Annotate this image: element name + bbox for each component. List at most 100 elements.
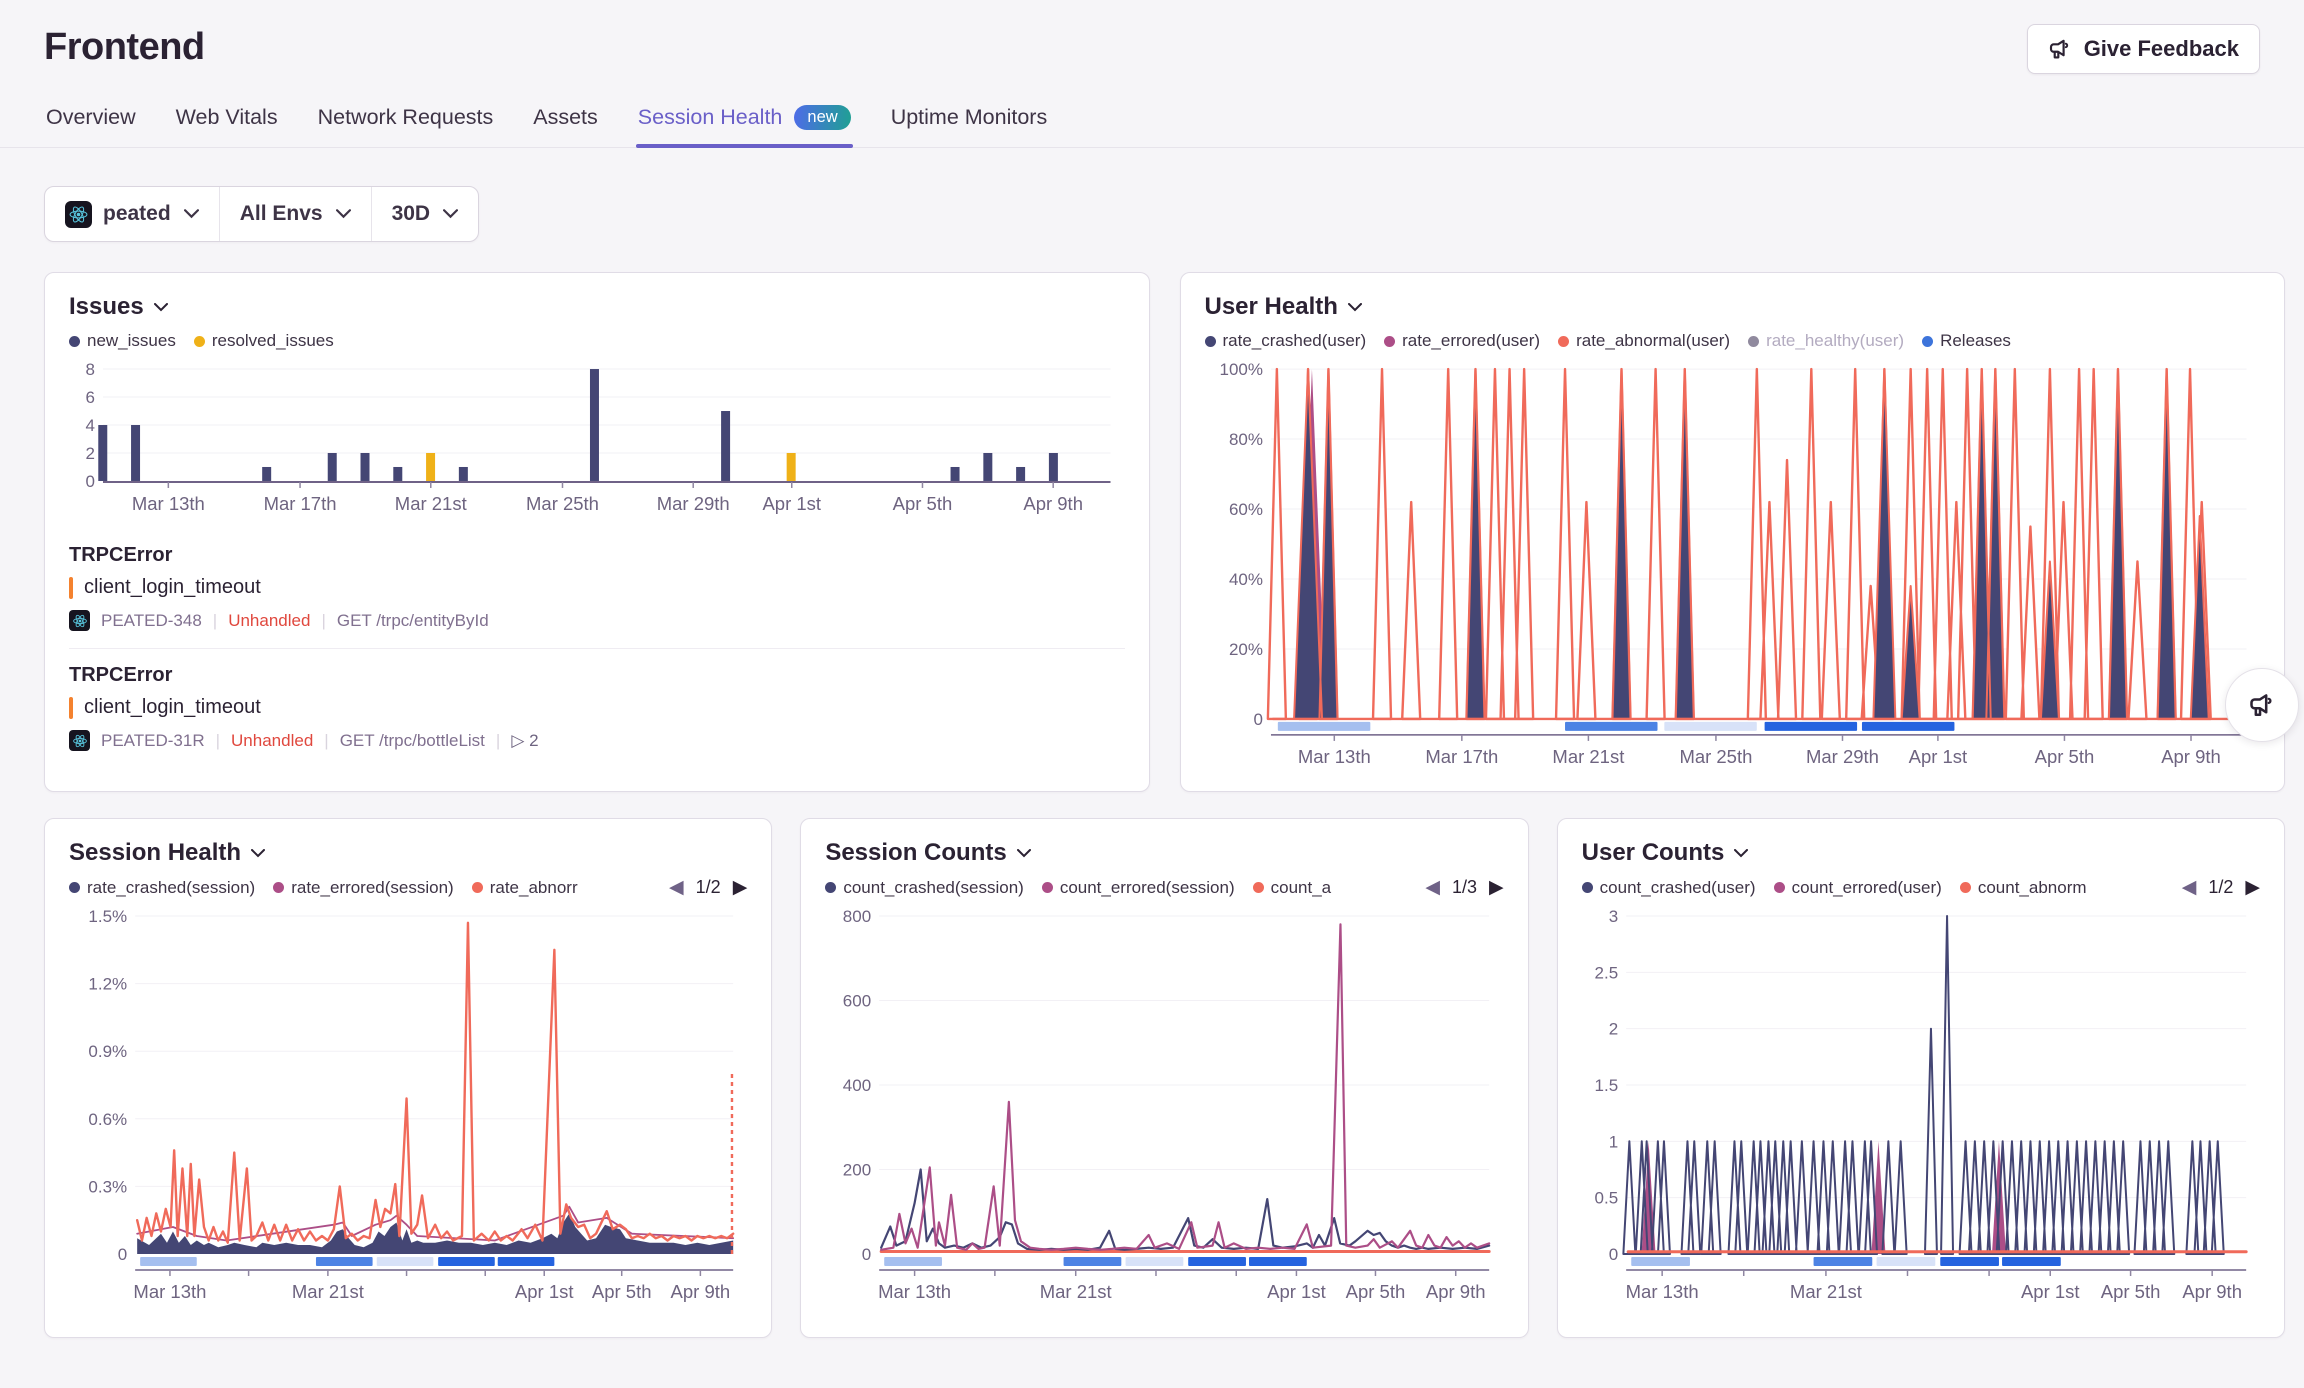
issue-unhandled-tag: Unhandled <box>228 611 310 631</box>
megaphone-icon <box>2048 37 2072 61</box>
user-health-legend: rate_crashed(user) rate_errored(user) rate… <box>1205 331 2261 351</box>
legend-label: count_abnorm <box>1978 878 2087 898</box>
environment-filter-value: All Envs <box>240 202 323 226</box>
user-counts-panel: User Counts count_crashed(user) count_err… <box>1557 818 2285 1338</box>
legend-next-button[interactable]: ▶ <box>1489 878 1504 897</box>
svg-text:100%: 100% <box>1219 360 1262 379</box>
floating-feedback-button[interactable] <box>2225 668 2299 742</box>
svg-text:Mar 25th: Mar 25th <box>526 493 599 514</box>
give-feedback-button[interactable]: Give Feedback <box>2027 24 2260 74</box>
issue-type-link[interactable]: TRPCError <box>69 544 1125 567</box>
legend-item-count-abnorm[interactable]: count_abnorm <box>1960 878 2087 898</box>
svg-text:Apr 5th: Apr 5th <box>893 493 953 514</box>
issue-message[interactable]: client_login_timeout <box>84 576 261 599</box>
svg-text:4: 4 <box>86 416 95 435</box>
environment-filter[interactable]: All Envs <box>219 187 371 241</box>
session-health-panel: Session Health rate_crashed(session) rate… <box>44 818 772 1338</box>
session-counts-chart[interactable]: 8006004002000Mar 13thMar 21stApr 1stApr … <box>825 906 1503 1308</box>
legend-dot <box>1384 336 1395 347</box>
legend-item-rate-crashed-user-[interactable]: rate_crashed(user) <box>1205 331 1367 351</box>
legend-item-count-a[interactable]: count_a <box>1253 878 1332 898</box>
svg-text:20%: 20% <box>1228 640 1262 659</box>
legend-item-releases[interactable]: Releases <box>1922 331 2011 351</box>
tab-network-requests[interactable]: Network Requests <box>316 99 496 147</box>
tab-web-vitals[interactable]: Web Vitals <box>174 99 280 147</box>
date-range-filter[interactable]: 30D <box>371 187 479 241</box>
issue-message[interactable]: client_login_timeout <box>84 696 261 719</box>
legend-item-rate-crashed-session-[interactable]: rate_crashed(session) <box>69 878 255 898</box>
top-panels-row: Issues new_issuesresolved_issues 86420Ma… <box>44 272 2285 792</box>
tab-label: Web Vitals <box>176 105 278 130</box>
svg-text:2: 2 <box>86 444 95 463</box>
panel-title: Session Counts <box>825 839 1006 867</box>
user-counts-chart[interactable]: 32.521.510.50Mar 13thMar 21stApr 1stApr … <box>1582 906 2260 1308</box>
tab-session-health[interactable]: Session Healthnew <box>636 99 853 147</box>
svg-text:Mar 21st: Mar 21st <box>1552 746 1624 767</box>
panel-title: Issues <box>69 293 144 321</box>
tab-label: Assets <box>533 105 598 130</box>
issue-meta-row: PEATED-31R|Unhandled|GET /trpc/bottleLis… <box>69 730 1125 751</box>
svg-text:200: 200 <box>843 1161 871 1180</box>
issue-type-link[interactable]: TRPCError <box>69 664 1125 687</box>
chevron-down-icon <box>251 849 265 858</box>
legend-dot <box>1922 336 1933 347</box>
legend-dot <box>1205 336 1216 347</box>
session-health-panel-title-dropdown[interactable]: Session Health <box>69 839 747 867</box>
issue-item: TRPCErrorclient_login_timeoutPEATED-348|… <box>69 529 1125 648</box>
issues-chart[interactable]: 86420Mar 13thMar 17thMar 21stMar 25thMar… <box>69 359 1125 521</box>
svg-text:0: 0 <box>86 472 95 491</box>
tab-uptime-monitors[interactable]: Uptime Monitors <box>889 99 1050 147</box>
svg-text:6: 6 <box>86 388 95 407</box>
legend-prev-button[interactable]: ◀ <box>669 878 684 897</box>
legend-prev-button[interactable]: ◀ <box>2182 878 2197 897</box>
legend-item-count-crashed-user-[interactable]: count_crashed(user) <box>1582 878 1756 898</box>
project-filter[interactable]: peated <box>45 187 219 241</box>
legend-item-new-issues[interactable]: new_issues <box>69 331 176 351</box>
legend-item-resolved-issues[interactable]: resolved_issues <box>194 331 334 351</box>
legend-item-rate-abnormal-user-[interactable]: rate_abnormal(user) <box>1558 331 1730 351</box>
legend-prev-button[interactable]: ◀ <box>1425 878 1440 897</box>
legend-item-rate-healthy-user-[interactable]: rate_healthy(user) <box>1748 331 1904 351</box>
chevron-down-icon <box>1017 849 1031 858</box>
legend-item-rate-errored-user-[interactable]: rate_errored(user) <box>1384 331 1540 351</box>
legend-item-count-errored-user-[interactable]: count_errored(user) <box>1774 878 1942 898</box>
user-counts-legend: count_crashed(user) count_errored(user) co… <box>1582 878 2172 898</box>
legend-label: rate_errored(session) <box>291 878 454 898</box>
legend-next-button[interactable]: ▶ <box>2245 878 2260 897</box>
issue-item: TRPCError client_login_timeout PEATED-31R|… <box>69 648 1125 768</box>
issue-message-row: client_login_timeout <box>69 576 1125 599</box>
legend-item-count-crashed-session-[interactable]: count_crashed(session) <box>825 878 1023 898</box>
legend-label: rate_errored(user) <box>1402 331 1540 351</box>
svg-text:0: 0 <box>118 1245 127 1264</box>
session-counts-legend: count_crashed(session) count_errored(sess… <box>825 878 1415 898</box>
svg-text:0: 0 <box>1608 1245 1617 1264</box>
legend-item-count-errored-session-[interactable]: count_errored(session) <box>1042 878 1235 898</box>
svg-text:0.9%: 0.9% <box>88 1042 127 1061</box>
issue-events-expand[interactable]: ▷ 2 <box>511 731 538 751</box>
legend-dot <box>1774 882 1785 893</box>
issues-panel-title-dropdown[interactable]: Issues <box>69 293 1125 321</box>
legend-item-rate-errored-session-[interactable]: rate_errored(session) <box>273 878 454 898</box>
issue-level-bar <box>69 577 73 599</box>
chevron-down-icon <box>154 303 168 312</box>
legend-next-button[interactable]: ▶ <box>733 878 748 897</box>
user-health-panel-title-dropdown[interactable]: User Health <box>1205 293 2261 321</box>
session-health-chart[interactable]: 1.5%1.2%0.9%0.6%0.3%0Mar 13thMar 21stApr… <box>69 906 747 1308</box>
chevron-down-icon <box>1348 303 1362 312</box>
user-health-chart[interactable]: 100%80%60%40%20%0Mar 13thMar 17thMar 21s… <box>1205 359 2261 773</box>
svg-text:Apr 1st: Apr 1st <box>1267 1281 1326 1302</box>
legend-dot <box>69 882 80 893</box>
tab-bar: Overview Web Vitals Network Requests Assets… <box>0 99 2304 148</box>
session-counts-panel-title-dropdown[interactable]: Session Counts <box>825 839 1503 867</box>
svg-text:Apr 9th: Apr 9th <box>2182 1281 2242 1302</box>
svg-text:Mar 21st: Mar 21st <box>292 1281 364 1302</box>
legend-dot <box>273 882 284 893</box>
svg-text:Apr 5th: Apr 5th <box>2034 746 2094 767</box>
svg-text:2.5: 2.5 <box>1594 963 1618 982</box>
legend-dot <box>825 882 836 893</box>
tab-overview[interactable]: Overview <box>44 99 138 147</box>
legend-item-rate-abnorr[interactable]: rate_abnorr <box>472 878 578 898</box>
user-counts-panel-title-dropdown[interactable]: User Counts <box>1582 839 2260 867</box>
issues-legend: new_issues resolved_issues <box>69 331 1125 351</box>
tab-assets[interactable]: Assets <box>531 99 600 147</box>
